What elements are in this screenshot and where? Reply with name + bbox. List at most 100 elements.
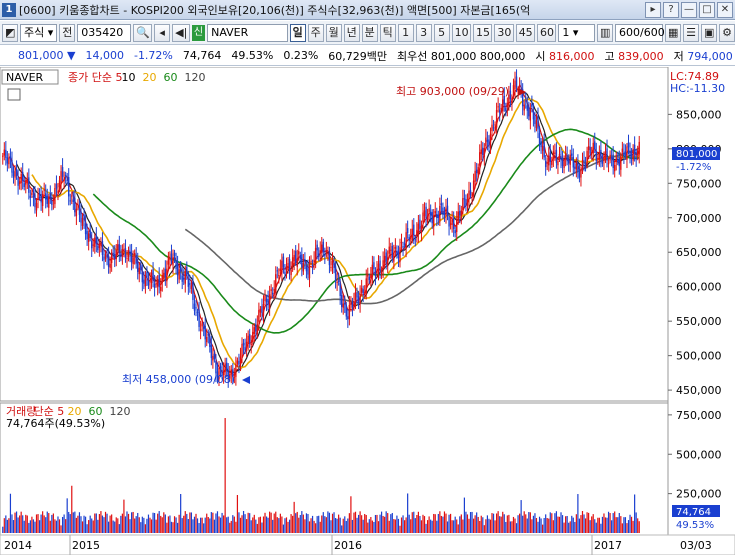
candle-body: [549, 152, 551, 162]
volume-bar: [196, 518, 199, 533]
candle-body: [31, 192, 33, 196]
volume-bar: [344, 516, 346, 533]
market-select[interactable]: 주식 ▾: [20, 23, 58, 42]
code-type-button[interactable]: 전: [59, 23, 76, 42]
interval-30[interactable]: 30: [494, 23, 514, 42]
volume-bar: [63, 514, 65, 533]
volume-bar: [494, 520, 496, 533]
search-icon[interactable]: 🔍: [133, 23, 153, 42]
period-year[interactable]: 년: [343, 23, 360, 42]
interval-45[interactable]: 45: [515, 23, 536, 42]
candle-body: [497, 106, 499, 108]
maximize-button[interactable]: □: [699, 1, 715, 18]
volume-bar: [109, 515, 111, 533]
history-icon[interactable]: ◂: [154, 23, 171, 42]
open-price: 816,000: [549, 49, 595, 63]
interval-select[interactable]: 1 ▾: [558, 23, 596, 42]
volume-bar: [141, 516, 143, 533]
volume-bar: [124, 516, 127, 533]
candle-body: [341, 295, 343, 307]
interval-1[interactable]: 1: [397, 23, 414, 42]
volume-bar: [443, 511, 446, 533]
stock-badge: 신: [191, 24, 206, 41]
table-icon[interactable]: ▦: [665, 23, 682, 42]
period-minute[interactable]: 분: [361, 23, 378, 42]
volume-bar: [382, 515, 384, 533]
volume-bar: [353, 512, 355, 533]
help-button[interactable]: ?: [663, 1, 679, 18]
volume-bar: [612, 513, 614, 533]
candle-body: [106, 255, 108, 257]
candle-body: [126, 257, 128, 259]
candle-body: [604, 151, 607, 157]
volume-bar: [483, 525, 485, 533]
volume-bar: [227, 516, 229, 533]
candle-body: [442, 207, 444, 215]
stock-chart[interactable]: NAVER 종가 단순 5 10 20 60 120 LC:74.89 HC:-11.3…: [0, 66, 735, 556]
candle-body: [636, 150, 639, 156]
bar-count-input[interactable]: 600/600: [615, 23, 665, 42]
volume-bar: [6, 519, 8, 533]
price-panel[interactable]: [0, 66, 669, 402]
candle-body: [572, 156, 574, 168]
candle-body: [362, 289, 364, 294]
candle-body: [169, 257, 171, 260]
candle-body: [626, 146, 628, 160]
volume-bar: [46, 511, 48, 533]
current-price-tag-text: 801,000: [676, 149, 717, 160]
candle-body: [523, 104, 525, 111]
volume-bar: [627, 520, 630, 533]
stock-name-field[interactable]: NAVER: [207, 23, 288, 42]
volume-bar: [549, 512, 551, 533]
volume-bar: [172, 522, 174, 533]
candle-body: [75, 208, 78, 217]
volume-bar: [405, 517, 407, 533]
gear-icon[interactable]: ⚙: [719, 23, 735, 42]
candle-body: [242, 342, 245, 346]
grid-icon[interactable]: [7, 88, 21, 101]
interval-60[interactable]: 60: [537, 23, 557, 42]
candle-body: [483, 148, 486, 157]
period-week[interactable]: 주: [307, 23, 324, 42]
candle-body: [454, 230, 456, 234]
minimize-button[interactable]: —: [681, 1, 697, 18]
volume-bar: [574, 521, 576, 533]
volume-bar: [14, 512, 16, 533]
close-button[interactable]: ✕: [717, 1, 733, 18]
volume-bar: [17, 517, 19, 533]
volume-bar: [609, 513, 611, 533]
bar-chart-icon[interactable]: ▥: [597, 23, 614, 42]
candle-body: [160, 286, 162, 292]
interval-15[interactable]: 15: [472, 23, 493, 42]
candle-body: [413, 224, 415, 236]
stock-code-input[interactable]: 035420: [77, 23, 132, 42]
volume-bar: [552, 520, 554, 533]
candle-body: [316, 244, 318, 251]
volume-y-axis: 750,000 500,000 250,000: [668, 409, 722, 501]
volume-bar: [190, 512, 193, 533]
volume-bar: [311, 515, 314, 533]
candle-body: [445, 207, 447, 217]
interval-5[interactable]: 5: [433, 23, 450, 42]
price-tick-label: 650,000: [676, 246, 722, 259]
candle-body: [176, 264, 179, 276]
volume-bar: [416, 515, 418, 533]
volume-bar: [173, 516, 176, 533]
candle-body: [551, 161, 553, 165]
save-icon[interactable]: ▣: [701, 23, 718, 42]
period-day[interactable]: 일: [289, 23, 306, 42]
period-tick[interactable]: 틱: [379, 23, 396, 42]
period-month[interactable]: 월: [325, 23, 342, 42]
menu-icon[interactable]: ◩: [2, 23, 18, 42]
volume-bar: [15, 511, 18, 533]
volume-bar: [529, 512, 531, 533]
interval-3[interactable]: 3: [415, 23, 432, 42]
speaker-icon[interactable]: ◀|: [172, 23, 190, 42]
interval-10[interactable]: 10: [451, 23, 471, 42]
candle-body: [406, 228, 409, 234]
link-button[interactable]: ▸: [645, 1, 661, 18]
list-icon[interactable]: ☰: [683, 23, 700, 42]
candle-body: [554, 152, 556, 154]
chart-area[interactable]: NAVER 종가 단순 5 10 20 60 120 LC:74.89 HC:-11.3…: [0, 66, 735, 556]
candle-body: [275, 274, 277, 293]
